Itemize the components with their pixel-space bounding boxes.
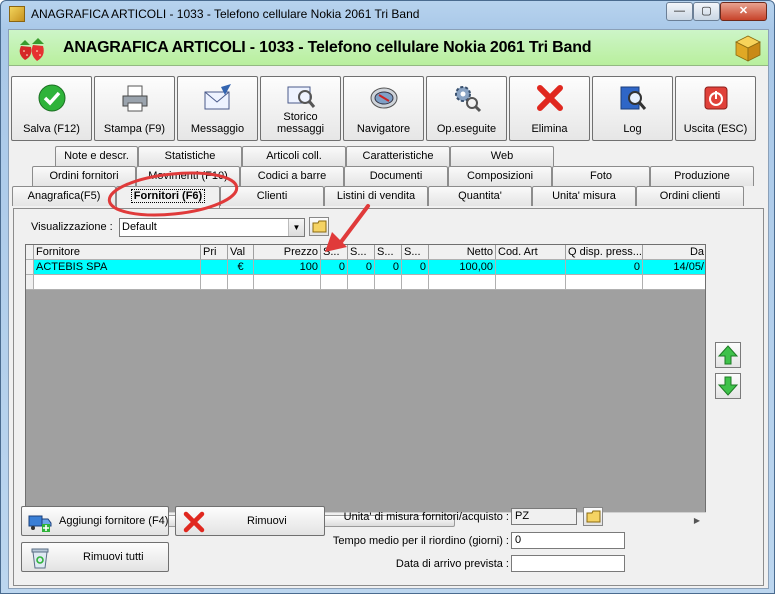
tab-movimenti[interactable]: Movimenti (F10) — [136, 166, 240, 186]
toolbar: Salva (F12) Stampa (F9) Messaggio Storic… — [11, 76, 767, 142]
move-up-button[interactable] — [715, 342, 741, 368]
gears-search-icon — [455, 86, 482, 113]
maximize-button[interactable]: ▢ — [693, 2, 720, 21]
red-x-icon — [537, 85, 563, 111]
arrival-date-field[interactable] — [511, 555, 625, 572]
tab-ordini-clienti[interactable]: Ordini clienti — [636, 186, 744, 206]
view-folder-button[interactable] — [309, 217, 329, 236]
checkmark-icon — [38, 84, 66, 112]
tab-quantita[interactable]: Quantita' — [428, 186, 532, 206]
move-down-button[interactable] — [715, 373, 741, 399]
message-history-button[interactable]: Storico messaggi — [260, 76, 341, 141]
folder-icon — [586, 510, 601, 523]
package-icon — [735, 35, 761, 62]
client-area: ANAGRAFICA ARTICOLI - 1033 - Telefono ce… — [8, 29, 769, 589]
truck-add-icon — [28, 515, 52, 532]
reorder-time-field[interactable]: 0 — [511, 532, 625, 549]
envelope-pen-icon — [204, 84, 231, 110]
compass-icon — [370, 87, 398, 109]
folder-icon — [312, 220, 327, 233]
tab-articoli-coll[interactable]: Articoli coll. — [242, 146, 346, 166]
tab-statistiche[interactable]: Statistiche — [138, 146, 242, 166]
unit-field[interactable]: PZ — [511, 508, 577, 525]
window-title: ANAGRAFICA ARTICOLI - 1033 - Telefono ce… — [31, 7, 420, 21]
col-cod-art[interactable]: Cod. Art — [496, 245, 566, 260]
book-search-icon — [620, 86, 647, 110]
exit-button[interactable]: Uscita (ESC) — [675, 76, 756, 141]
close-button[interactable]: ✕ — [720, 2, 767, 21]
print-button[interactable]: Stampa (F9) — [94, 76, 175, 141]
reorder-time-label: Tempo medio per il riordino (giorni) : — [332, 535, 509, 547]
tab-note-descr[interactable]: Note e descr. — [55, 146, 138, 166]
minimize-button[interactable]: — — [666, 2, 693, 21]
arrow-down-icon — [717, 376, 739, 396]
tab-anagrafica[interactable]: Anagrafica(F5) — [12, 186, 116, 206]
unit-label: Unita' di misura fornitori/acquisto : — [343, 511, 509, 523]
recycle-bin-icon — [31, 548, 49, 569]
tab-fornitori[interactable]: Fornitori (F6) — [116, 186, 220, 208]
col-prezzo[interactable]: Prezzo — [254, 245, 321, 260]
col-s1[interactable]: S... — [321, 245, 348, 260]
strawberry-logo-icon — [19, 38, 44, 61]
delete-button[interactable]: Elimina — [509, 76, 590, 141]
view-label: Visualizzazione : — [31, 221, 113, 233]
window: ANAGRAFICA ARTICOLI - 1033 - Telefono ce… — [0, 0, 775, 594]
col-s3[interactable]: S... — [375, 245, 402, 260]
form-header: ANAGRAFICA ARTICOLI - 1033 - Telefono ce… — [9, 30, 768, 66]
remove-button[interactable]: Rimuovi — [175, 506, 325, 536]
app-icon — [9, 6, 25, 22]
remove-all-button[interactable]: Rimuovi tutti — [21, 542, 169, 572]
power-icon — [704, 86, 728, 110]
tab-ordini-fornitori[interactable]: Ordini fornitori — [32, 166, 136, 186]
col-s4[interactable]: S... — [402, 245, 429, 260]
col-s2[interactable]: S... — [348, 245, 375, 260]
message-button[interactable]: Messaggio — [177, 76, 258, 141]
tab-web[interactable]: Web — [450, 146, 554, 166]
save-button[interactable]: Salva (F12) — [11, 76, 92, 141]
tab-strip: Note e descr. Statistiche Articoli coll.… — [9, 146, 768, 208]
page-title: ANAGRAFICA ARTICOLI - 1033 - Telefono ce… — [63, 39, 592, 56]
view-select[interactable]: Default ▼ — [119, 218, 305, 237]
col-netto[interactable]: Netto — [429, 245, 496, 260]
col-pri[interactable]: Pri — [201, 245, 228, 260]
operations-button[interactable]: Op.eseguite — [426, 76, 507, 141]
col-val[interactable]: Val — [228, 245, 254, 260]
tab-caratteristiche[interactable]: Caratteristiche — [346, 146, 450, 166]
arrow-up-icon — [717, 345, 739, 365]
tab-produzione[interactable]: Produzione — [650, 166, 754, 186]
tab-clienti[interactable]: Clienti — [220, 186, 324, 206]
tab-listini-vendita[interactable]: Listini di vendita — [324, 186, 428, 206]
navigator-button[interactable]: Navigatore — [343, 76, 424, 141]
unit-folder-button[interactable] — [583, 507, 603, 526]
suppliers-grid[interactable]: Fornitore Pri Val Prezzo S... S... S... … — [25, 244, 706, 528]
tab-composizioni[interactable]: Composizioni — [448, 166, 552, 186]
log-button[interactable]: Log — [592, 76, 673, 141]
envelope-search-icon — [287, 86, 316, 108]
chevron-down-icon[interactable]: ▼ — [288, 219, 304, 236]
arrival-date-label: Data di arrivo prevista : — [395, 558, 509, 570]
red-x-icon — [183, 511, 205, 533]
col-fornitore[interactable]: Fornitore — [34, 245, 201, 260]
title-bar: ANAGRAFICA ARTICOLI - 1033 - Telefono ce… — [1, 1, 774, 27]
tab-documenti[interactable]: Documenti — [344, 166, 448, 186]
tab-foto[interactable]: Foto — [552, 166, 650, 186]
scroll-right-icon[interactable]: ▶ — [690, 515, 704, 527]
tab-codici-barre[interactable]: Codici a barre — [240, 166, 344, 186]
tab-unita-misura[interactable]: Unita' misura — [532, 186, 636, 206]
add-supplier-button[interactable]: Aggiungi fornitore (F4) — [21, 506, 169, 536]
printer-icon — [122, 85, 148, 112]
col-q-disp[interactable]: Q disp. press... — [566, 245, 643, 260]
col-data[interactable]: Da — [643, 245, 705, 260]
